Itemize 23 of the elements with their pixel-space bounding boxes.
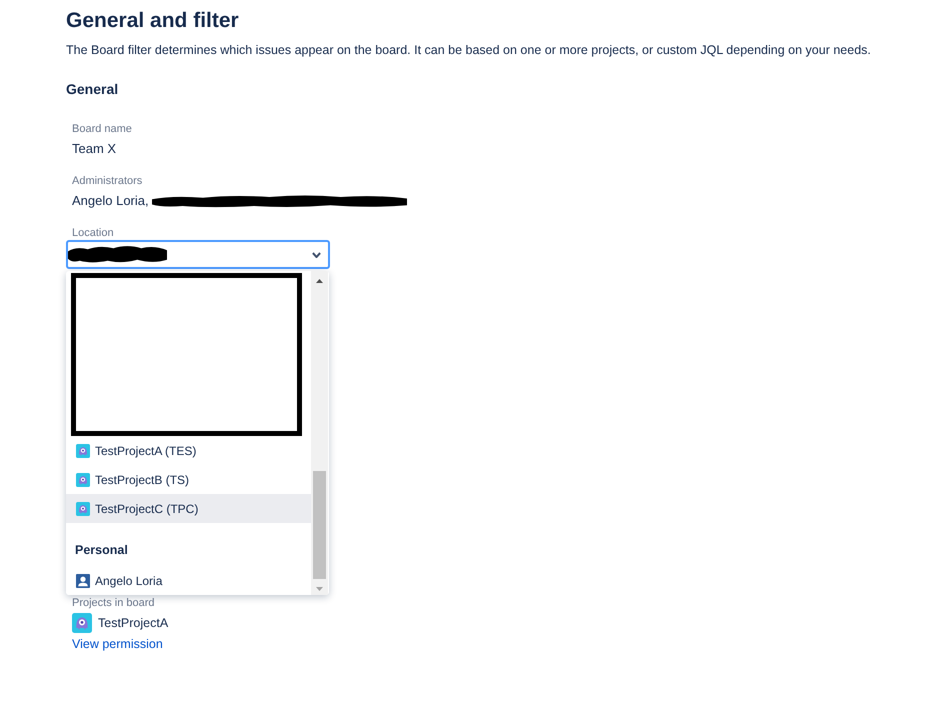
page-description: The Board filter determines which issues appear on the board. It can be based on one or more projects, or custom JQL depending on your needs.: [66, 42, 872, 59]
view-permission-link[interactable]: View permission: [72, 635, 163, 653]
menu-group-heading: Personal: [74, 542, 129, 560]
field-label: Administrators: [71, 174, 144, 188]
field-value: Team X: [72, 140, 116, 158]
field-value: Angelo Loria,: [72, 192, 149, 210]
project-name: TestProjectA: [98, 615, 168, 632]
field-label: Location: [71, 226, 115, 240]
chevron-down-icon: [312, 252, 321, 258]
project-avatar-icon: [72, 613, 92, 633]
field-label: Board name: [71, 122, 133, 136]
field-label: Projects in board: [72, 596, 156, 610]
menu-option[interactable]: Angelo Loria: [66, 566, 311, 595]
user-avatar-icon: [76, 574, 90, 588]
menu-option[interactable]: TestProjectC (TPC): [66, 494, 311, 524]
project-avatar-icon: [76, 472, 90, 487]
scrollbar-thumb[interactable]: [313, 471, 326, 579]
section-title: General: [66, 80, 120, 99]
project-avatar-icon: [76, 502, 90, 516]
page-title: General and filter: [66, 8, 240, 34]
project-avatar-icon: [76, 444, 90, 458]
scroll-up-arrow-icon[interactable]: [316, 279, 323, 283]
location-select[interactable]: [66, 240, 330, 269]
